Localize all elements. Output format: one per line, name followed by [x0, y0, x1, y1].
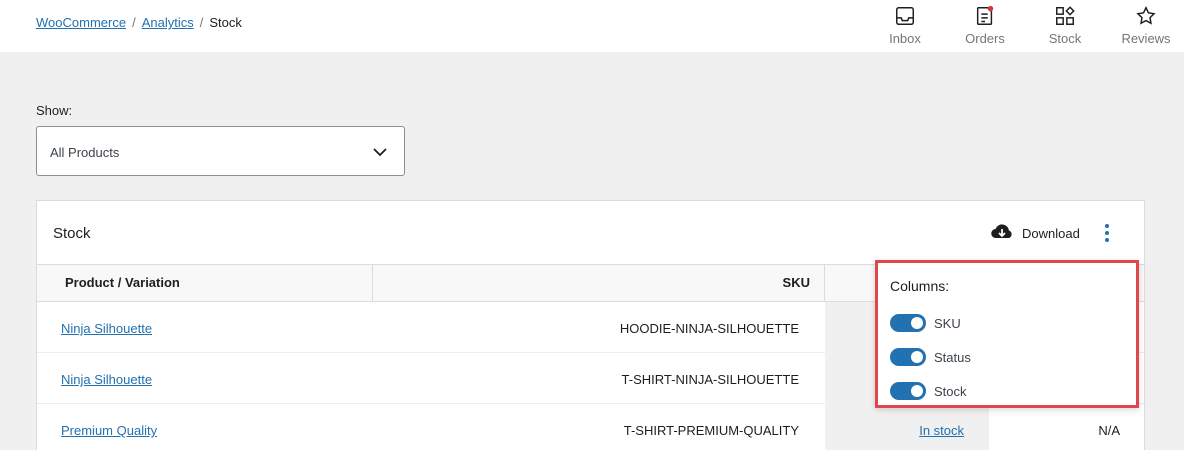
toggle-label: Status: [934, 349, 971, 365]
columns-popover: Columns: SKU Status Stock: [875, 260, 1139, 408]
cloud-download-icon: [990, 223, 1014, 244]
download-label: Download: [1022, 226, 1080, 241]
inbox-icon: [892, 3, 918, 29]
header-bar: WooCommerce / Analytics / Stock Inbox Orders…: [0, 0, 1184, 52]
toggle-label: SKU: [934, 315, 961, 331]
breadcrumb-woocommerce[interactable]: WooCommerce: [36, 15, 126, 30]
column-toggle-status[interactable]: Status: [890, 348, 971, 366]
toggle-label: Stock: [934, 383, 967, 399]
chevron-down-icon: [372, 144, 388, 160]
activity-label: Reviews: [1121, 31, 1171, 46]
activity-stock[interactable]: Stock: [1040, 0, 1090, 52]
breadcrumb-analytics[interactable]: Analytics: [142, 15, 194, 30]
select-value: All Products: [50, 145, 120, 160]
columns-title: Columns:: [890, 278, 950, 294]
activity-reviews[interactable]: Reviews: [1118, 0, 1174, 52]
sku-cell: T-SHIRT-NINJA-SILHOUETTE: [621, 372, 799, 387]
toggle-switch[interactable]: [890, 382, 926, 400]
sku-cell: T-SHIRT-PREMIUM-QUALITY: [623, 423, 799, 438]
more-options-icon[interactable]: [1099, 221, 1115, 245]
star-icon: [1133, 3, 1159, 29]
breadcrumb-current: Stock: [209, 15, 242, 30]
product-filter-select[interactable]: All Products: [36, 126, 405, 176]
product-link[interactable]: Ninja Silhouette: [61, 321, 152, 336]
activity-label: Orders: [965, 31, 1005, 46]
activity-orders[interactable]: Orders: [960, 0, 1010, 52]
toggle-switch[interactable]: [890, 314, 926, 332]
product-link[interactable]: Premium Quality: [61, 423, 157, 438]
column-header-sku[interactable]: SKU: [373, 265, 825, 301]
activity-label: Stock: [1048, 31, 1082, 46]
download-button[interactable]: Download: [990, 223, 1080, 244]
column-toggle-stock[interactable]: Stock: [890, 382, 967, 400]
sku-cell: HOODIE-NINJA-SILHOUETTE: [619, 321, 799, 336]
activity-inbox[interactable]: Inbox: [880, 0, 930, 52]
status-link[interactable]: In stock: [919, 423, 964, 438]
activity-label: Inbox: [889, 31, 921, 46]
table-row: Premium Quality T-SHIRT-PREMIUM-QUALITY …: [37, 404, 1144, 450]
filter-label: Show:: [36, 103, 73, 118]
breadcrumb: WooCommerce / Analytics / Stock: [36, 15, 242, 30]
stock-icon: [1052, 3, 1078, 29]
breadcrumb-separator: /: [132, 15, 136, 30]
report-title: Stock: [53, 225, 91, 242]
orders-icon: [972, 3, 998, 29]
toggle-switch[interactable]: [890, 348, 926, 366]
stock-cell: N/A: [1098, 423, 1120, 438]
product-link[interactable]: Ninja Silhouette: [61, 372, 152, 387]
status-cell: [825, 404, 989, 450]
column-header-product[interactable]: Product / Variation: [37, 265, 373, 301]
column-toggle-sku[interactable]: SKU: [890, 314, 961, 332]
breadcrumb-separator: /: [199, 15, 204, 30]
